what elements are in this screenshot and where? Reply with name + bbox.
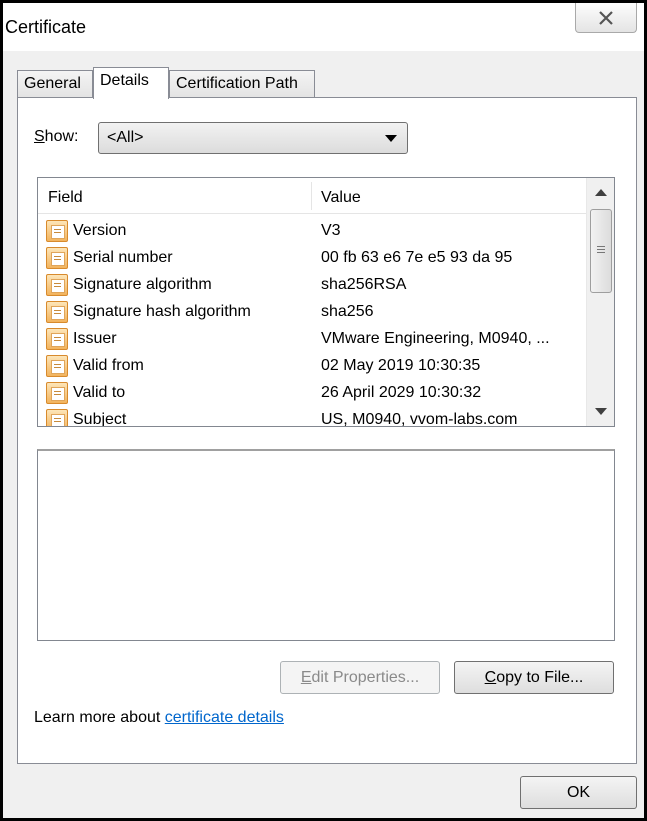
- field-name: Signature hash algorithm: [73, 303, 251, 320]
- tab-details-label: Details: [100, 72, 149, 89]
- list-item[interactable]: Signature algorithm sha256RSA: [38, 272, 586, 299]
- grip-icon: [597, 246, 605, 247]
- field-name: Version: [73, 222, 127, 239]
- copy-to-file-button[interactable]: Copy to File...: [454, 661, 614, 694]
- tab-certification-path-label: Certification Path: [176, 75, 298, 92]
- field-value: VMware Engineering, M0940, ...: [321, 330, 550, 347]
- tab-general[interactable]: General: [17, 70, 93, 98]
- ok-button[interactable]: OK: [520, 776, 637, 809]
- show-label: Show:: [34, 128, 79, 145]
- show-dropdown[interactable]: <All>: [98, 122, 408, 154]
- certificate-field-icon: [46, 220, 68, 242]
- column-header-value[interactable]: Value: [321, 189, 361, 207]
- column-header-field[interactable]: Field: [48, 189, 83, 207]
- field-value: US, M0940, vvom-labs.com: [321, 411, 518, 427]
- show-dropdown-value: <All>: [107, 129, 144, 146]
- field-name: Valid to: [73, 384, 126, 401]
- tab-details[interactable]: Details: [93, 67, 169, 99]
- close-button[interactable]: [575, 3, 637, 33]
- list-item[interactable]: Subject US, M0940, vvom-labs.com: [38, 407, 586, 427]
- details-panel: Show: <All> Field Value Version V3 Seria…: [17, 97, 637, 764]
- list-item[interactable]: Serial number 00 fb 63 e6 7e e5 93 da 95: [38, 245, 586, 272]
- certificate-field-icon: [46, 382, 68, 404]
- certificate-field-icon: [46, 247, 68, 269]
- window-title: Certificate: [5, 17, 87, 37]
- field-name: Subject: [73, 411, 127, 427]
- certificate-dialog: Certificate General Details Certificatio…: [0, 0, 647, 821]
- list-rows: Version V3 Serial number 00 fb 63 e6 7e …: [38, 218, 586, 427]
- field-name: Issuer: [73, 330, 117, 347]
- certificate-field-icon: [46, 409, 68, 426]
- field-name: Valid from: [73, 357, 144, 374]
- field-name: Serial number: [73, 249, 173, 266]
- field-value: 02 May 2019 10:30:35: [321, 357, 481, 374]
- field-value: sha256RSA: [321, 276, 407, 293]
- close-icon: [599, 10, 613, 25]
- chevron-down-icon: [385, 135, 397, 142]
- vertical-scrollbar[interactable]: [586, 178, 614, 426]
- scrollbar-thumb[interactable]: [590, 209, 612, 293]
- list-item[interactable]: Valid from 02 May 2019 10:30:35: [38, 353, 586, 380]
- list-item[interactable]: Issuer VMware Engineering, M0940, ...: [38, 326, 586, 353]
- field-value: sha256: [321, 303, 374, 320]
- list-header: Field Value: [38, 178, 586, 214]
- tab-strip: General Details Certification Path: [17, 67, 637, 99]
- learn-more-text: Learn more about certificate details: [34, 709, 284, 726]
- column-divider[interactable]: [311, 182, 312, 210]
- certificate-field-icon: [46, 274, 68, 296]
- field-value: 26 April 2029 10:30:32: [321, 384, 482, 401]
- list-item[interactable]: Signature hash algorithm sha256: [38, 299, 586, 326]
- fields-list[interactable]: Field Value Version V3 Serial number 00 …: [37, 177, 615, 427]
- field-value: V3: [321, 222, 341, 239]
- field-details-textbox[interactable]: [37, 449, 615, 641]
- list-item[interactable]: Version V3: [38, 218, 586, 245]
- tab-general-label: General: [24, 75, 81, 92]
- certificate-field-icon: [46, 328, 68, 350]
- scroll-down-arrow-icon[interactable]: [595, 408, 607, 415]
- field-name: Signature algorithm: [73, 276, 212, 293]
- field-value: 00 fb 63 e6 7e e5 93 da 95: [321, 249, 513, 266]
- title-bar: Certificate: [3, 3, 644, 51]
- tab-certification-path[interactable]: Certification Path: [169, 70, 315, 98]
- edit-properties-button[interactable]: Edit Properties...: [280, 661, 440, 694]
- list-item[interactable]: Valid to 26 April 2029 10:30:32: [38, 380, 586, 407]
- certificate-field-icon: [46, 301, 68, 323]
- certificate-details-link[interactable]: certificate details: [165, 709, 284, 726]
- scroll-up-arrow-icon[interactable]: [595, 189, 607, 196]
- certificate-field-icon: [46, 355, 68, 377]
